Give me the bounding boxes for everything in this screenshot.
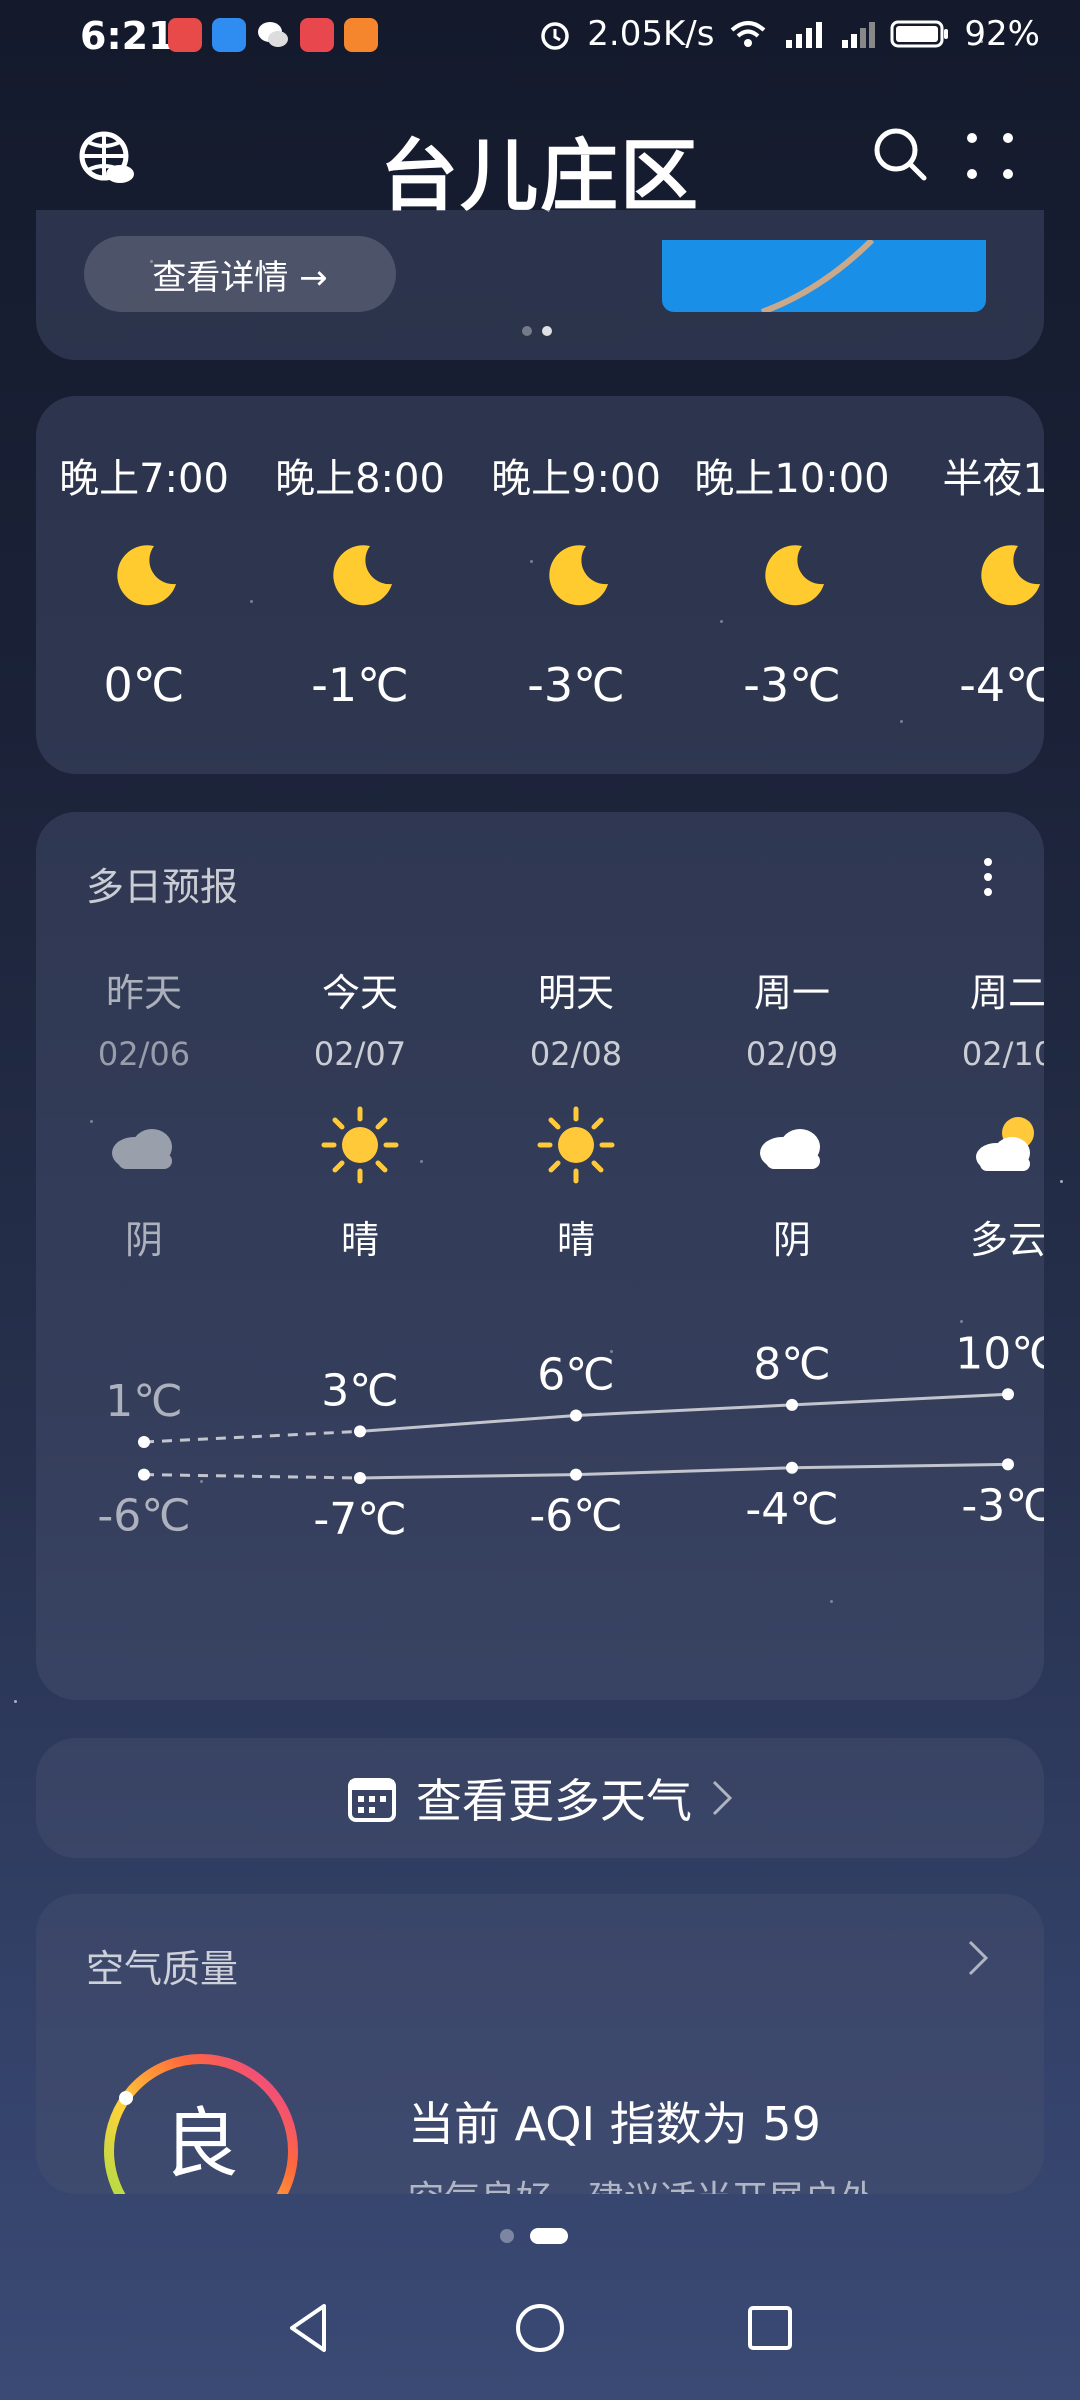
multi-day-forecast-card[interactable]: 多日预报 昨天 02/06 阴 今天 02/07 晴 明天 02/08 晴 周一… <box>36 812 1044 1700</box>
hour-time: 晚上10:00 <box>694 456 890 502</box>
high-temp-point <box>138 1436 150 1448</box>
low-temp-point <box>570 1468 582 1481</box>
wechat-app-icon <box>256 18 290 52</box>
low-temp-line-segment <box>359 1473 577 1480</box>
hour-temp: 0℃ <box>103 658 185 712</box>
high-temp-label: 3℃ <box>321 1365 398 1416</box>
temperature-trend-chart: 1℃ -6℃ 3℃ -7℃ 6℃ -6℃ 8℃ -4℃ 10℃ -3℃ <box>97 1328 1044 1545</box>
status-app-icons <box>168 18 378 52</box>
network-speed: 2.05K/s <box>587 14 715 54</box>
calendar-icon <box>348 1778 396 1822</box>
hour-item: 晚上8:00 -1℃ <box>252 446 468 712</box>
home-icon[interactable] <box>508 2296 572 2360</box>
system-nav-bar <box>0 2260 1080 2400</box>
huawei-app-icon <box>168 18 202 52</box>
high-temp-label: 6℃ <box>537 1350 614 1401</box>
high-temp-point <box>570 1409 582 1422</box>
low-temp-label: -7℃ <box>313 1494 406 1545</box>
wifi-icon <box>731 21 766 47</box>
status-bar: 6:21 2.05K/s 92% <box>0 0 1080 72</box>
high-temp-line-segment <box>791 1392 1009 1407</box>
low-temp-line-segment <box>575 1466 793 1477</box>
page-indicator <box>500 2228 568 2244</box>
back-icon[interactable] <box>278 2296 342 2360</box>
hour-temp: -1℃ <box>311 658 409 712</box>
moon-icon <box>333 545 392 606</box>
low-temp-label: -6℃ <box>97 1491 190 1542</box>
alarm-icon <box>541 22 569 50</box>
high-temp-line-segment <box>359 1414 577 1433</box>
hour-temp: -3℃ <box>743 658 841 712</box>
high-temp-line-segment <box>575 1403 793 1417</box>
signal-5g-icon <box>786 22 823 48</box>
status-time: 6:21 <box>80 14 175 58</box>
aqi-value-text: 当前 AQI 指数为 59 <box>408 2097 821 2151</box>
high-temp-label: 10℃ <box>955 1328 1044 1379</box>
recents-icon[interactable] <box>738 2296 802 2360</box>
low-temp-label: -4℃ <box>745 1484 838 1535</box>
page-dot-active <box>530 2228 568 2244</box>
aqi-level: 良 <box>163 2099 239 2188</box>
app-header: 台儿庄区 <box>0 110 1080 222</box>
air-quality-card[interactable]: 空气质量 良 当前 AQI 指数为 59 空气良好，建议适当开展户外 <box>36 1894 1044 2194</box>
shield-app-icon <box>212 18 246 52</box>
hour-item: 晚上10:00 -3℃ <box>684 446 900 712</box>
hour-time: 晚上8:00 <box>275 456 445 502</box>
status-indicators: 2.05K/s 92% <box>537 14 1040 54</box>
low-temp-label: -6℃ <box>529 1491 622 1542</box>
moon-icon <box>117 545 176 606</box>
low-temp-line-segment <box>791 1462 1009 1470</box>
low-temp-point <box>354 1472 366 1484</box>
high-temp-label: 8℃ <box>753 1339 830 1390</box>
hour-temp: -3℃ <box>527 658 625 712</box>
banner-pager <box>522 326 552 336</box>
air-quality-title: 空气质量 <box>86 1947 239 1991</box>
banner-card[interactable]: 查看详情 → <box>36 210 1044 360</box>
chevron-right-icon[interactable] <box>964 1938 994 1978</box>
more-weather-button[interactable]: 查看更多天气 <box>36 1738 1044 1858</box>
hour-item: 半夜11 -4℃ <box>900 446 1044 712</box>
low-temp-point <box>138 1468 150 1481</box>
hour-item: 晚上7:00 0℃ <box>36 446 252 712</box>
low-temp-line-segment <box>143 1473 361 1480</box>
page-dot <box>500 2229 514 2243</box>
hourly-forecast-card[interactable]: 晚上7:00 0℃ 晚上8:00 -1℃ 晚上9:00 -3℃ 晚上10:00 … <box>36 396 1044 774</box>
hour-temp: -4℃ <box>959 658 1044 712</box>
hour-item: 晚上9:00 -3℃ <box>468 446 684 712</box>
more-menu-icon[interactable] <box>964 130 1016 182</box>
low-temp-point <box>1002 1458 1014 1471</box>
aqi-advice-text: 空气良好，建议适当开展户外 <box>408 2170 876 2194</box>
hour-time: 半夜11 <box>942 456 1044 502</box>
high-temp-line-segment <box>143 1429 361 1444</box>
high-temp-point <box>354 1425 366 1438</box>
high-temp-point <box>1002 1388 1014 1401</box>
high-temp-label: 1℃ <box>105 1376 182 1427</box>
low-temp-label: -3℃ <box>961 1480 1044 1531</box>
moon-icon <box>981 545 1040 606</box>
battery-icon <box>890 20 949 48</box>
banner-image[interactable] <box>662 240 986 312</box>
video-app-icon <box>344 18 378 52</box>
battery-percent: 92% <box>964 14 1040 54</box>
view-details-button[interactable]: 查看详情 → <box>84 236 396 312</box>
low-temp-point <box>786 1461 798 1474</box>
hour-time: 晚上7:00 <box>59 456 229 502</box>
book-app-icon <box>300 18 334 52</box>
high-temp-point <box>786 1398 798 1411</box>
moon-icon <box>765 545 824 606</box>
moon-icon <box>549 545 608 606</box>
hour-time: 晚上9:00 <box>491 456 661 502</box>
chevron-right-icon <box>712 1780 733 1816</box>
search-icon[interactable] <box>870 124 930 184</box>
more-weather-label: 查看更多天气 <box>416 1774 692 1828</box>
signal-icon <box>842 22 876 48</box>
